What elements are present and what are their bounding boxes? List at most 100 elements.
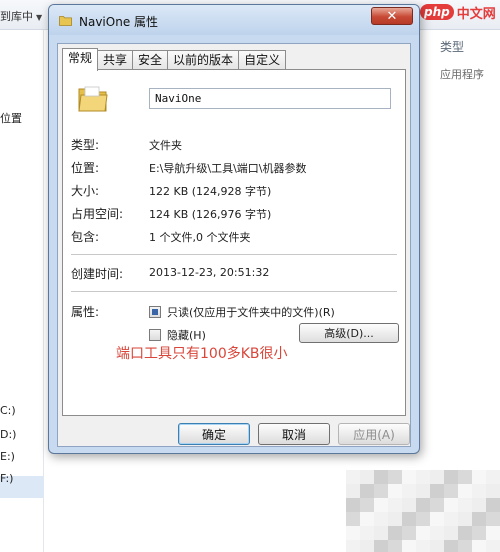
column-header-type[interactable]: 类型 bbox=[440, 38, 464, 55]
created-label: 创建时间: bbox=[71, 267, 124, 281]
mosaic-tile bbox=[346, 512, 360, 526]
mosaic-tile bbox=[388, 540, 402, 552]
mosaic-tile bbox=[444, 470, 458, 484]
ok-button[interactable]: 确定 bbox=[178, 423, 250, 445]
mosaic-tile bbox=[472, 512, 486, 526]
mosaic-tile bbox=[346, 498, 360, 512]
general-panel: NaviOne 类型: 文件夹 位置: E:\导航升级\工具\端口\机器参数 大… bbox=[62, 69, 406, 416]
sidebar-item-drive-d[interactable]: D:) bbox=[0, 428, 16, 441]
tab-customize[interactable]: 自定义 bbox=[238, 50, 287, 70]
mosaic-tile bbox=[360, 498, 374, 512]
annotation-text: 端口工具只有100多KB很小 bbox=[116, 346, 288, 362]
hidden-checkbox[interactable] bbox=[149, 329, 161, 341]
mosaic-tile bbox=[346, 470, 360, 484]
mosaic-tile bbox=[486, 498, 500, 512]
mosaic-tile bbox=[374, 540, 388, 552]
mosaic-tile bbox=[346, 484, 360, 498]
mosaic-tile bbox=[388, 470, 402, 484]
explorer-sidebar: 位置 C:) D:) E:) F:) bbox=[0, 30, 44, 552]
mosaic-tile bbox=[416, 470, 430, 484]
mosaic-tile bbox=[360, 526, 374, 540]
mosaic-tile bbox=[472, 540, 486, 552]
advanced-button[interactable]: 高级(D)... bbox=[299, 323, 399, 343]
mosaic-tile bbox=[486, 540, 500, 552]
mosaic-tile bbox=[472, 526, 486, 540]
close-icon: ✕ bbox=[386, 8, 398, 24]
tab-sharing[interactable]: 共享 bbox=[97, 50, 134, 70]
size-on-disk-value: 124 KB (126,976 字节) bbox=[149, 208, 272, 221]
sidebar-item-drive-f[interactable]: F:) bbox=[0, 472, 13, 485]
mosaic-tile bbox=[402, 540, 416, 552]
apply-button[interactable]: 应用(A) bbox=[338, 423, 410, 445]
mosaic-tile bbox=[444, 498, 458, 512]
mosaic-tile bbox=[458, 526, 472, 540]
large-folder-icon bbox=[78, 86, 108, 112]
mosaic-tile bbox=[402, 498, 416, 512]
mosaic-tile bbox=[458, 512, 472, 526]
close-button[interactable]: ✕ bbox=[371, 7, 413, 25]
tab-previous-versions[interactable]: 以前的版本 bbox=[167, 50, 240, 70]
chevron-down-icon: ▼ bbox=[36, 13, 43, 22]
mosaic-tile bbox=[388, 484, 402, 498]
dialog-titlebar[interactable]: NaviOne 属性 ✕ bbox=[49, 5, 419, 35]
mosaic-tile bbox=[486, 526, 500, 540]
tab-strip: 常规 共享 安全 以前的版本 自定义 bbox=[62, 48, 287, 71]
mosaic-tile bbox=[388, 498, 402, 512]
mosaic-tile bbox=[430, 498, 444, 512]
readonly-label[interactable]: 只读(仅应用于文件夹中的文件)(R) bbox=[167, 304, 335, 320]
pixelated-region bbox=[346, 470, 500, 552]
mosaic-tile bbox=[444, 526, 458, 540]
mosaic-tile bbox=[430, 470, 444, 484]
mosaic-tile bbox=[444, 540, 458, 552]
mosaic-tile bbox=[444, 484, 458, 498]
mosaic-tile bbox=[346, 540, 360, 552]
mosaic-tile bbox=[416, 498, 430, 512]
add-to-library-label: 到库中 bbox=[0, 10, 33, 23]
type-label: 类型: bbox=[71, 138, 100, 152]
size-value: 122 KB (124,928 字节) bbox=[149, 185, 272, 198]
mosaic-tile bbox=[472, 498, 486, 512]
cancel-button[interactable]: 取消 bbox=[258, 423, 330, 445]
dialog-client: 常规 共享 安全 以前的版本 自定义 NaviOne 类型: 文件夹 位置: E… bbox=[57, 43, 411, 447]
hidden-label[interactable]: 隐藏(H) bbox=[167, 327, 206, 343]
readonly-checkbox[interactable] bbox=[149, 306, 161, 318]
watermark-badge: php bbox=[420, 4, 454, 20]
mosaic-tile bbox=[472, 470, 486, 484]
size-label: 大小: bbox=[71, 184, 100, 198]
tab-security[interactable]: 安全 bbox=[132, 50, 169, 70]
folder-name-field[interactable]: NaviOne bbox=[149, 88, 391, 109]
properties-dialog: NaviOne 属性 ✕ 常规 共享 安全 以前的版本 自定义 NaviOne … bbox=[48, 4, 420, 454]
mosaic-tile bbox=[430, 526, 444, 540]
dialog-title: NaviOne 属性 bbox=[79, 15, 159, 29]
sidebar-item-drive-c[interactable]: C:) bbox=[0, 404, 16, 417]
location-label: 位置: bbox=[71, 161, 100, 175]
mosaic-tile bbox=[472, 484, 486, 498]
mosaic-tile bbox=[374, 484, 388, 498]
add-to-library-button[interactable]: 到库中 ▼ bbox=[0, 8, 42, 24]
file-type-cell: 应用程序 bbox=[440, 68, 484, 81]
type-value: 文件夹 bbox=[149, 139, 182, 152]
sidebar-item-drive-e[interactable]: E:) bbox=[0, 450, 15, 463]
watermark-logo: php 中文网 bbox=[420, 2, 496, 22]
mosaic-tile bbox=[416, 484, 430, 498]
mosaic-tile bbox=[430, 512, 444, 526]
mosaic-tile bbox=[360, 512, 374, 526]
mosaic-tile bbox=[360, 470, 374, 484]
mosaic-tile bbox=[458, 540, 472, 552]
contains-value: 1 个文件,0 个文件夹 bbox=[149, 231, 251, 244]
mosaic-tile bbox=[402, 526, 416, 540]
mosaic-tile bbox=[402, 484, 416, 498]
mosaic-tile bbox=[346, 526, 360, 540]
mosaic-tile bbox=[458, 498, 472, 512]
mosaic-tile bbox=[416, 526, 430, 540]
tab-general[interactable]: 常规 bbox=[62, 48, 99, 71]
mosaic-tile bbox=[360, 484, 374, 498]
sidebar-item-location[interactable]: 位置 bbox=[0, 110, 22, 126]
location-value: E:\导航升级\工具\端口\机器参数 bbox=[149, 162, 307, 175]
mosaic-tile bbox=[416, 512, 430, 526]
mosaic-tile bbox=[374, 498, 388, 512]
mosaic-tile bbox=[402, 470, 416, 484]
attributes-label: 属性: bbox=[71, 305, 100, 319]
mosaic-tile bbox=[360, 540, 374, 552]
divider bbox=[71, 291, 397, 292]
